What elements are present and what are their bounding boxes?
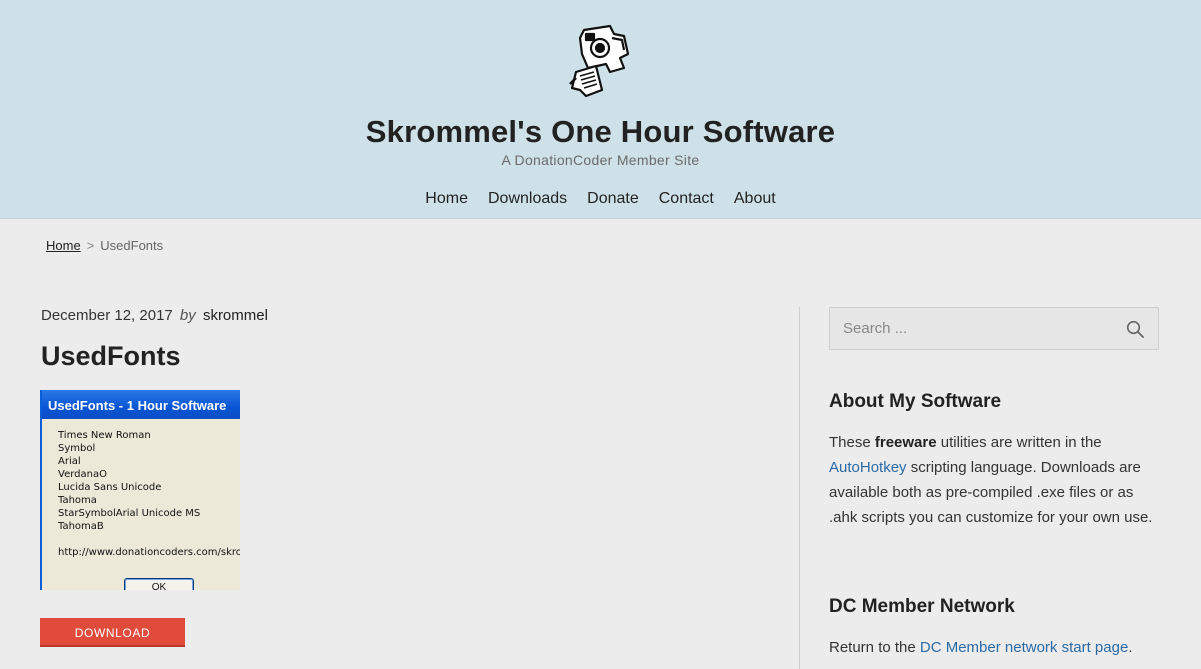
about-widget-text: These freeware utilities are written in … bbox=[829, 430, 1159, 530]
screenshot-ok-button: OK bbox=[124, 578, 194, 590]
font-list-item: VerdanaO bbox=[58, 469, 107, 480]
network-text-part: . bbox=[1128, 639, 1133, 656]
breadcrumb-current: UsedFonts bbox=[100, 238, 164, 253]
sidebar-divider bbox=[799, 307, 800, 669]
post-meta: December 12, 2017 by skrommel bbox=[41, 307, 268, 324]
main-nav: Home Downloads Donate Contact About bbox=[0, 190, 1201, 208]
site-tagline: A DonationCoder Member Site bbox=[501, 152, 700, 168]
font-list-item: Lucida Sans Unicode bbox=[58, 482, 162, 493]
network-text-part: Return to the bbox=[829, 639, 920, 656]
dc-network-link[interactable]: DC Member network start page bbox=[920, 639, 1128, 656]
post-author[interactable]: skrommel bbox=[203, 307, 268, 324]
site-header: Skrommel's One Hour Software A DonationC… bbox=[0, 0, 1201, 219]
nav-downloads[interactable]: Downloads bbox=[488, 190, 567, 208]
about-text-part: These bbox=[829, 434, 875, 451]
freeware-label: freeware bbox=[874, 434, 937, 451]
font-list-item: Symbol bbox=[58, 443, 96, 454]
nav-home[interactable]: Home bbox=[425, 190, 468, 208]
about-widget-title: About My Software bbox=[829, 391, 1002, 412]
font-list-item: StarSymbolArial Unicode MS bbox=[58, 508, 201, 519]
screenshot-window-title: UsedFonts - 1 Hour Software bbox=[42, 390, 240, 419]
search-form bbox=[829, 307, 1159, 350]
font-list-item: Arial bbox=[58, 456, 81, 467]
post-date[interactable]: December 12, 2017 bbox=[41, 307, 173, 324]
nav-donate[interactable]: Donate bbox=[587, 190, 639, 208]
nav-about[interactable]: About bbox=[734, 190, 776, 208]
font-list-item: Tahoma bbox=[58, 495, 97, 506]
post-title: UsedFonts bbox=[41, 341, 181, 371]
screenshot-font-list: Times New Roman Symbol Arial VerdanaO Lu… bbox=[42, 419, 240, 559]
search-icon[interactable] bbox=[1126, 320, 1144, 338]
breadcrumb: Home > UsedFonts bbox=[46, 238, 163, 253]
camera-logo-icon[interactable] bbox=[566, 24, 634, 98]
download-button[interactable]: DOWNLOAD bbox=[40, 618, 185, 647]
breadcrumb-home-link[interactable]: Home bbox=[46, 238, 81, 253]
about-text-part: utilities are written in the bbox=[936, 434, 1102, 451]
site-title[interactable]: Skrommel's One Hour Software bbox=[0, 114, 1201, 150]
nav-contact[interactable]: Contact bbox=[659, 190, 714, 208]
breadcrumb-separator: > bbox=[86, 238, 95, 253]
font-list-item: Times New Roman bbox=[58, 430, 151, 441]
network-widget-title: DC Member Network bbox=[829, 596, 1015, 617]
app-screenshot: UsedFonts - 1 Hour Software Times New Ro… bbox=[40, 390, 240, 590]
screenshot-url: http://www.donationcoders.com/skrommel bbox=[58, 547, 240, 558]
search-input[interactable] bbox=[830, 308, 1110, 349]
autohotkey-link[interactable]: AutoHotkey bbox=[829, 459, 907, 476]
network-widget-text: Return to the DC Member network start pa… bbox=[829, 635, 1159, 660]
post-by: by bbox=[179, 307, 196, 324]
font-list-item: TahomaB bbox=[58, 521, 104, 532]
